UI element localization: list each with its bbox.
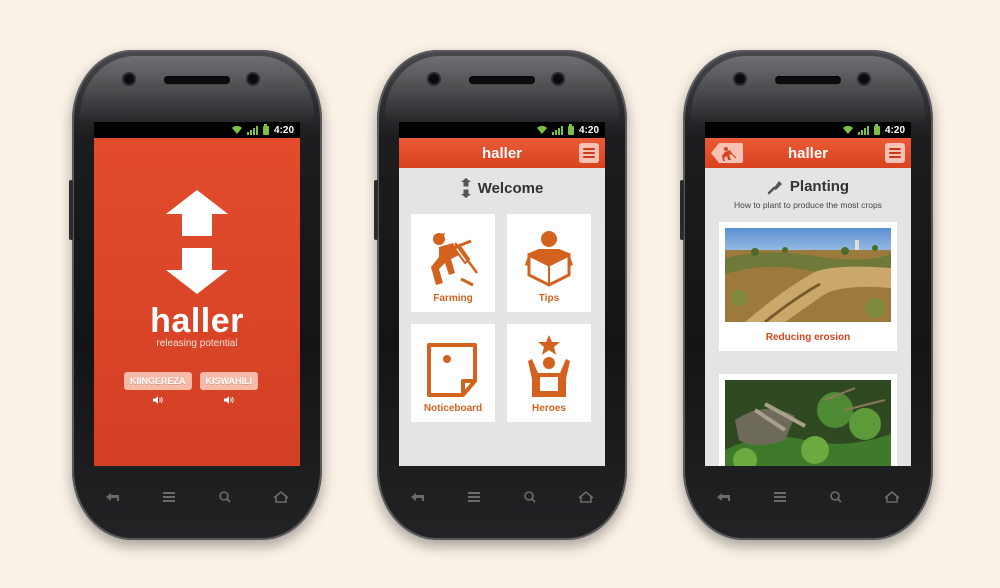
language-button-swahili[interactable]: KISWAHILI <box>199 372 259 390</box>
menu-key-icon[interactable] <box>158 490 180 504</box>
menu-key-icon[interactable] <box>769 490 791 504</box>
signal-icon <box>857 125 869 135</box>
back-key-icon[interactable] <box>102 490 124 504</box>
home-key-icon[interactable] <box>881 490 903 504</box>
volume-button[interactable] <box>374 180 378 240</box>
wifi-icon <box>842 126 853 134</box>
screen-planting: 4:20 haller Planting How to plant to pro… <box>705 122 911 466</box>
article-card[interactable] <box>719 374 897 466</box>
front-camera-icon <box>248 74 258 84</box>
tile-heroes[interactable]: Heroes <box>507 324 591 422</box>
battery-icon <box>567 123 574 135</box>
app-tagline: releasing potential <box>156 338 238 349</box>
tile-label: Tips <box>538 293 560 304</box>
page-title: Planting <box>789 178 850 195</box>
volume-button[interactable] <box>69 180 73 240</box>
phone-2: 4:20 haller Welcome Farming Tips Noticeb… <box>374 50 627 540</box>
app-header: haller <box>399 138 605 168</box>
haller-arrows-icon <box>460 178 471 198</box>
language-button-english[interactable]: KIINGEREZA <box>124 372 192 390</box>
phone-1: 4:20 haller releasing potential KIINGERE… <box>69 50 322 540</box>
phone-3: 4:20 haller Planting How to plant to pro… <box>680 50 933 540</box>
splash-view: haller releasing potential KIINGEREZA KI… <box>94 138 300 466</box>
status-bar: 4:20 <box>705 122 911 138</box>
menu-button[interactable] <box>579 143 599 163</box>
farmer-icon <box>431 233 479 287</box>
erosion-photo <box>725 228 891 324</box>
menu-button[interactable] <box>885 143 905 163</box>
tile-noticeboard[interactable]: Noticeboard <box>411 324 495 422</box>
signal-icon <box>246 125 258 135</box>
app-header: haller <box>705 138 911 168</box>
tile-label: Heroes <box>532 403 566 414</box>
page-title: Welcome <box>477 179 544 197</box>
home-key-icon[interactable] <box>575 490 597 504</box>
welcome-content: Welcome Farming Tips Noticeboard Heroes <box>399 168 605 466</box>
earpiece-speaker <box>775 76 841 84</box>
note-icon <box>427 343 477 397</box>
home-key-icon[interactable] <box>270 490 292 504</box>
page-heading: Planting <box>705 168 911 195</box>
header-title: haller <box>481 144 523 162</box>
plants-photo <box>725 380 891 466</box>
status-time: 4:20 <box>578 124 599 136</box>
back-key-icon[interactable] <box>407 490 429 504</box>
front-camera-icon <box>553 74 563 84</box>
earpiece-speaker <box>469 76 535 84</box>
reading-person-icon <box>525 231 573 287</box>
volume-button[interactable] <box>680 180 684 240</box>
category-grid: Farming Tips Noticeboard Heroes <box>411 214 591 422</box>
hero-star-icon <box>528 335 570 397</box>
sensor-icon <box>735 74 745 84</box>
speaker-icon[interactable] <box>152 396 163 404</box>
hardware-keys <box>102 490 292 504</box>
front-camera-icon <box>859 74 869 84</box>
status-bar: 4:20 <box>94 122 300 138</box>
hardware-keys <box>407 490 597 504</box>
earpiece-speaker <box>164 76 230 84</box>
article-card[interactable]: Reducing erosion <box>719 222 897 351</box>
signal-icon <box>551 125 563 135</box>
language-option: KIINGEREZA <box>124 372 192 404</box>
tile-farming[interactable]: Farming <box>411 214 495 312</box>
haller-arrows-logo-icon <box>166 190 228 294</box>
sensor-icon <box>124 74 134 84</box>
status-time: 4:20 <box>273 124 294 136</box>
search-key-icon[interactable] <box>519 490 541 504</box>
wifi-icon <box>536 126 547 134</box>
tile-tips[interactable]: Tips <box>507 214 591 312</box>
battery-icon <box>262 123 269 135</box>
sensor-icon <box>429 74 439 84</box>
status-time: 4:20 <box>884 124 905 136</box>
tile-label: Noticeboard <box>423 403 483 414</box>
language-option: KISWAHILI <box>199 372 259 404</box>
menu-key-icon[interactable] <box>463 490 485 504</box>
back-farmer-icon[interactable] <box>711 143 743 163</box>
wifi-icon <box>231 126 242 134</box>
search-key-icon[interactable] <box>214 490 236 504</box>
card-title: Reducing erosion <box>765 332 851 343</box>
status-bar: 4:20 <box>399 122 605 138</box>
page-heading: Welcome <box>399 168 605 198</box>
speaker-icon[interactable] <box>223 396 234 404</box>
trowel-icon <box>767 180 782 194</box>
search-key-icon[interactable] <box>825 490 847 504</box>
planting-content: Planting How to plant to produce the mos… <box>705 168 911 466</box>
tile-label: Farming <box>433 293 473 304</box>
screen-splash: 4:20 haller releasing potential KIINGERE… <box>94 122 300 466</box>
page-subtitle: How to plant to produce the most crops <box>734 200 882 210</box>
app-title: haller <box>150 302 244 340</box>
language-selector: KIINGEREZA KISWAHILI <box>124 372 300 404</box>
battery-icon <box>873 123 880 135</box>
header-title: haller <box>787 144 829 162</box>
back-key-icon[interactable] <box>713 490 735 504</box>
hardware-keys <box>713 490 903 504</box>
screen-welcome: 4:20 haller Welcome Farming Tips Noticeb… <box>399 122 605 466</box>
